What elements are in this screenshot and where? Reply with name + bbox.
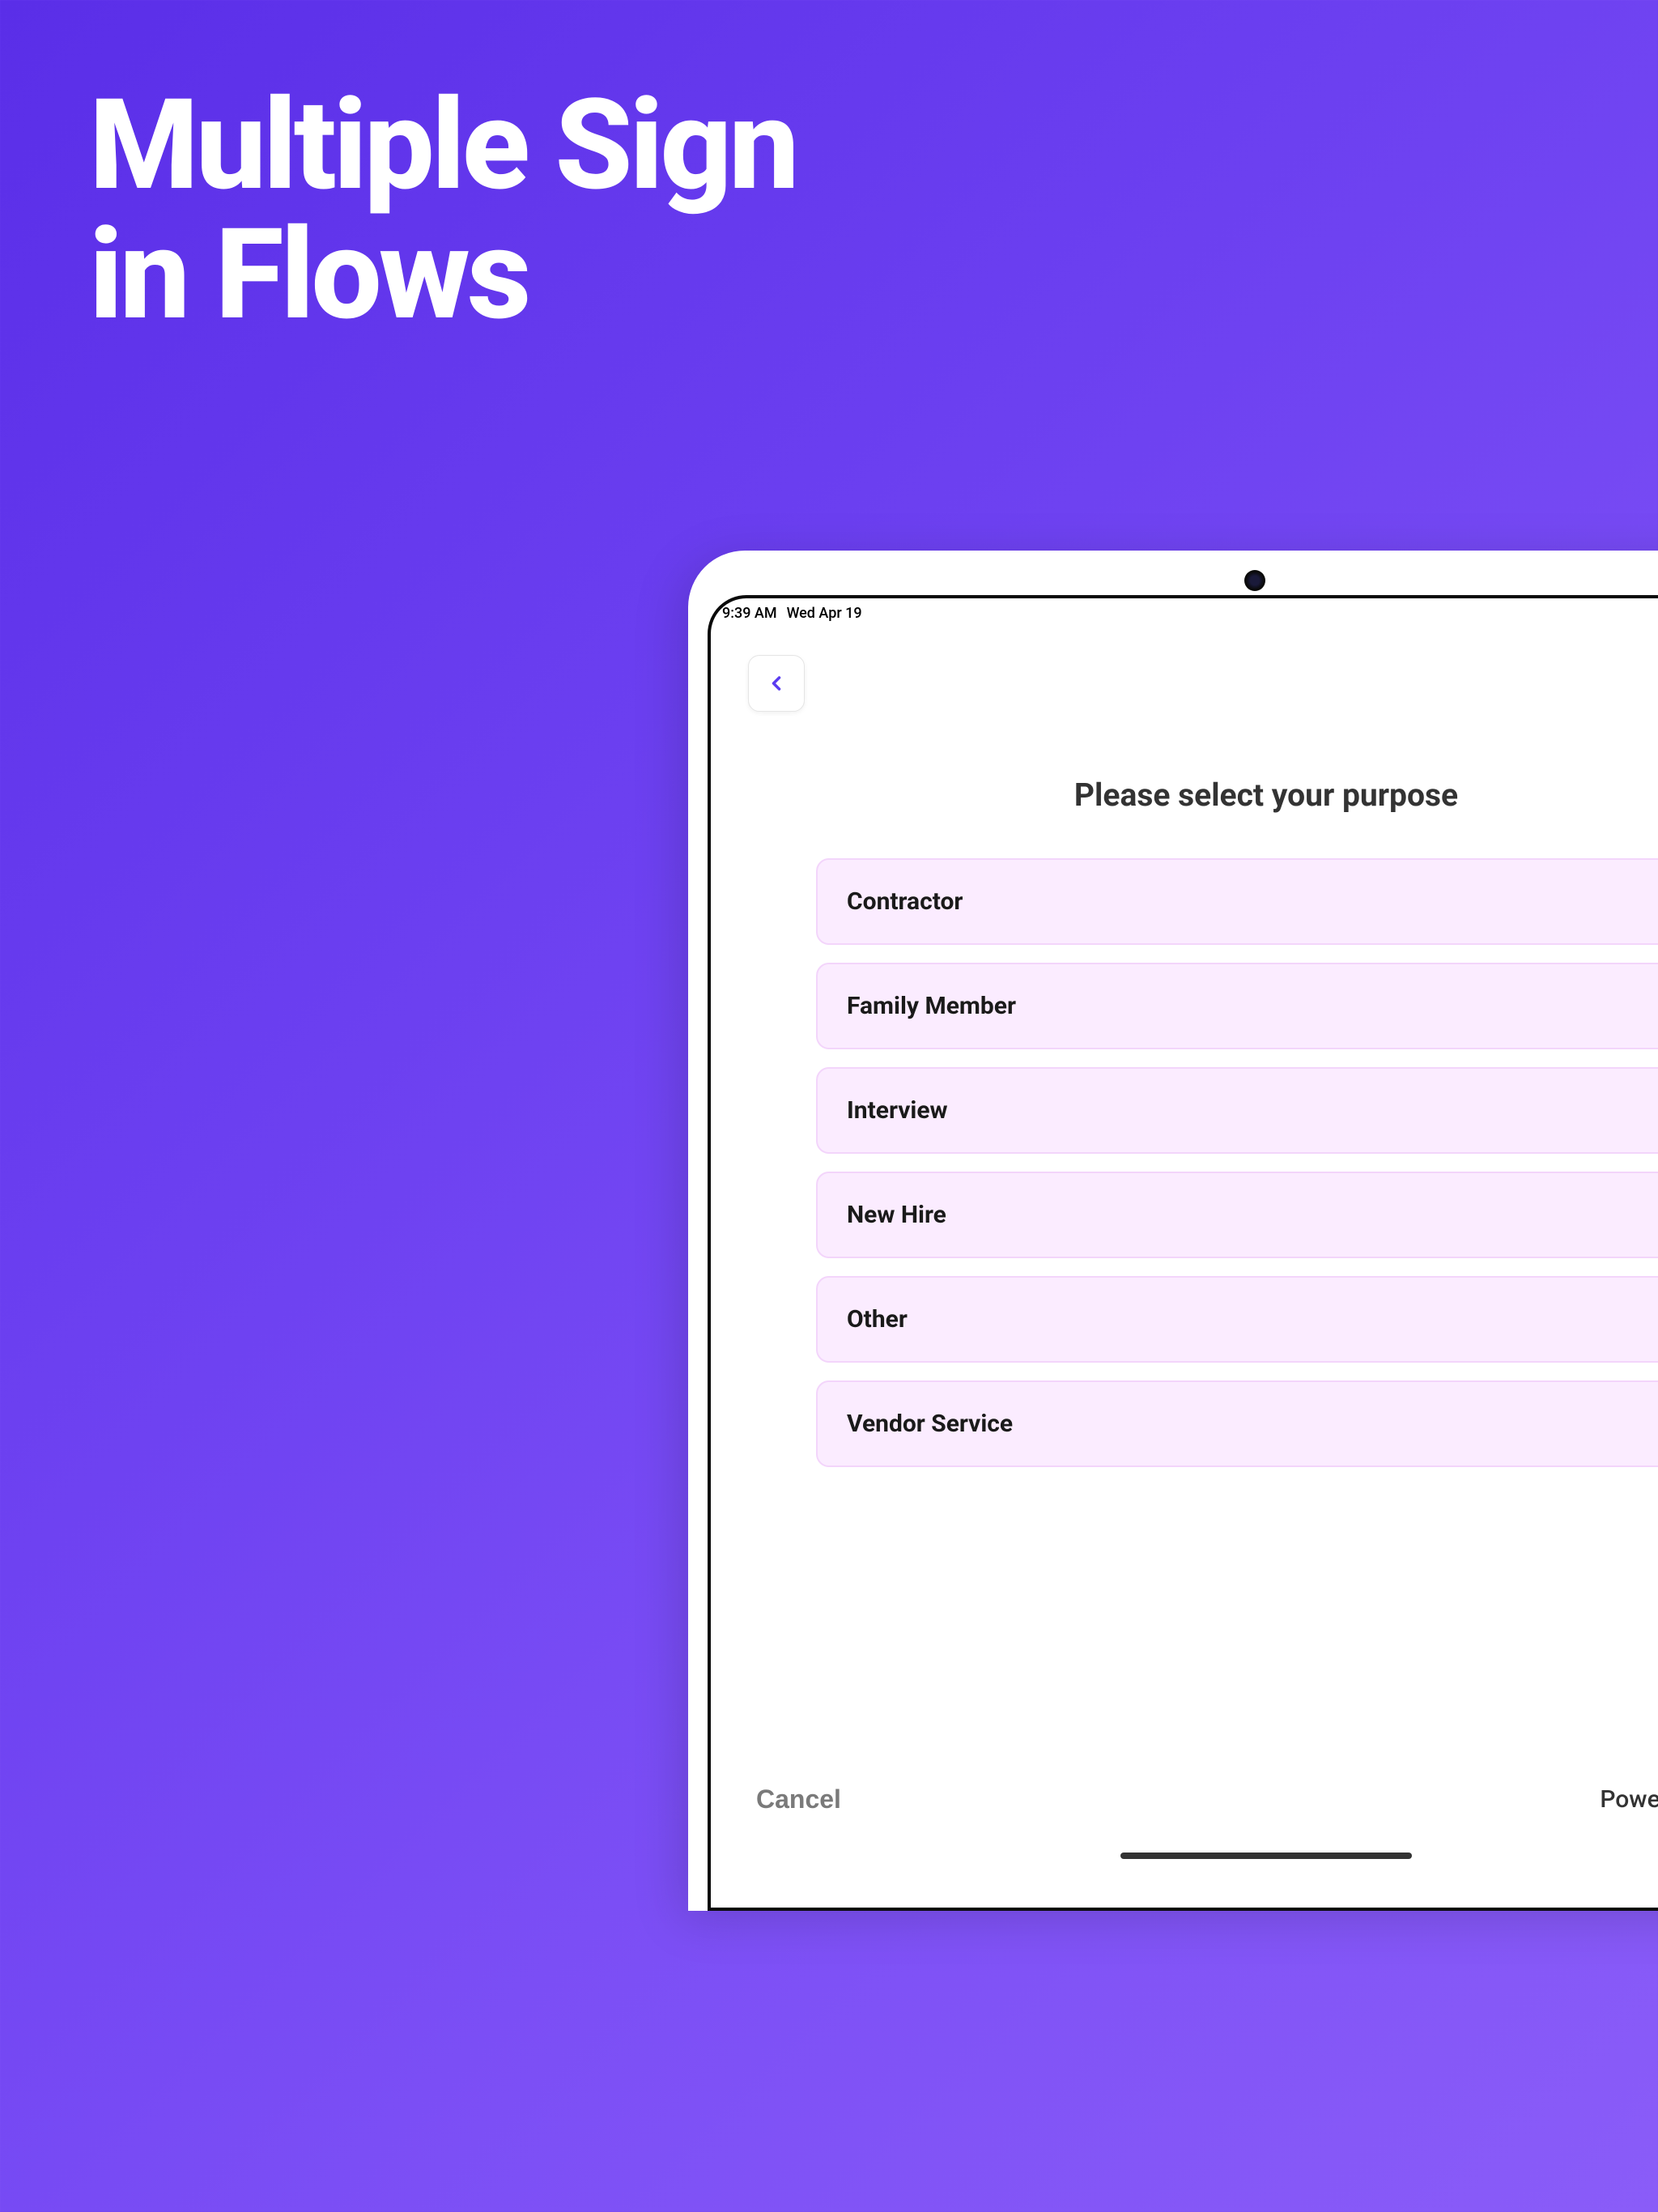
powered-by-text: Powered by — [1600, 1785, 1658, 1814]
option-list: Contractor Family Member Inter — [816, 858, 1658, 1467]
option-interview[interactable]: Interview — [816, 1067, 1658, 1154]
option-label: Contractor — [847, 887, 963, 916]
home-indicator — [1120, 1853, 1412, 1859]
option-label: Vendor Service — [847, 1410, 1013, 1438]
powered-by: Powered by v — [1600, 1785, 1658, 1814]
hero-title: Multiple Sign in Flows — [89, 81, 796, 339]
cancel-button[interactable]: Cancel — [756, 1784, 841, 1814]
tablet-frame: 9:39 AM Wed Apr 19 Please select your pu… — [688, 551, 1658, 1911]
hero-title-line2: in Flows — [89, 211, 796, 340]
page-title: Please select your purpose — [816, 776, 1658, 814]
option-new-hire[interactable]: New Hire — [816, 1172, 1658, 1258]
option-other[interactable]: Other — [816, 1276, 1658, 1363]
hero-title-line1: Multiple Sign — [89, 81, 796, 211]
option-contractor[interactable]: Contractor — [816, 858, 1658, 945]
option-label: Other — [847, 1305, 908, 1334]
bottom-bar: Cancel Powered by v — [711, 1784, 1658, 1814]
status-time: 9:39 AM — [722, 605, 777, 622]
option-family-member[interactable]: Family Member — [816, 963, 1658, 1049]
option-label: New Hire — [847, 1201, 946, 1229]
option-vendor-service[interactable]: Vendor Service — [816, 1380, 1658, 1467]
tablet-screen: 9:39 AM Wed Apr 19 Please select your pu… — [708, 595, 1658, 1911]
chevron-left-icon — [765, 672, 788, 695]
option-label: Family Member — [847, 992, 1016, 1020]
status-bar: 9:39 AM Wed Apr 19 — [711, 598, 1658, 628]
content-area: Please select your purpose Contractor Fa… — [711, 776, 1658, 1467]
back-button[interactable] — [748, 655, 805, 712]
status-date: Wed Apr 19 — [787, 605, 862, 622]
tablet-camera — [1244, 570, 1265, 591]
option-label: Interview — [847, 1096, 948, 1125]
